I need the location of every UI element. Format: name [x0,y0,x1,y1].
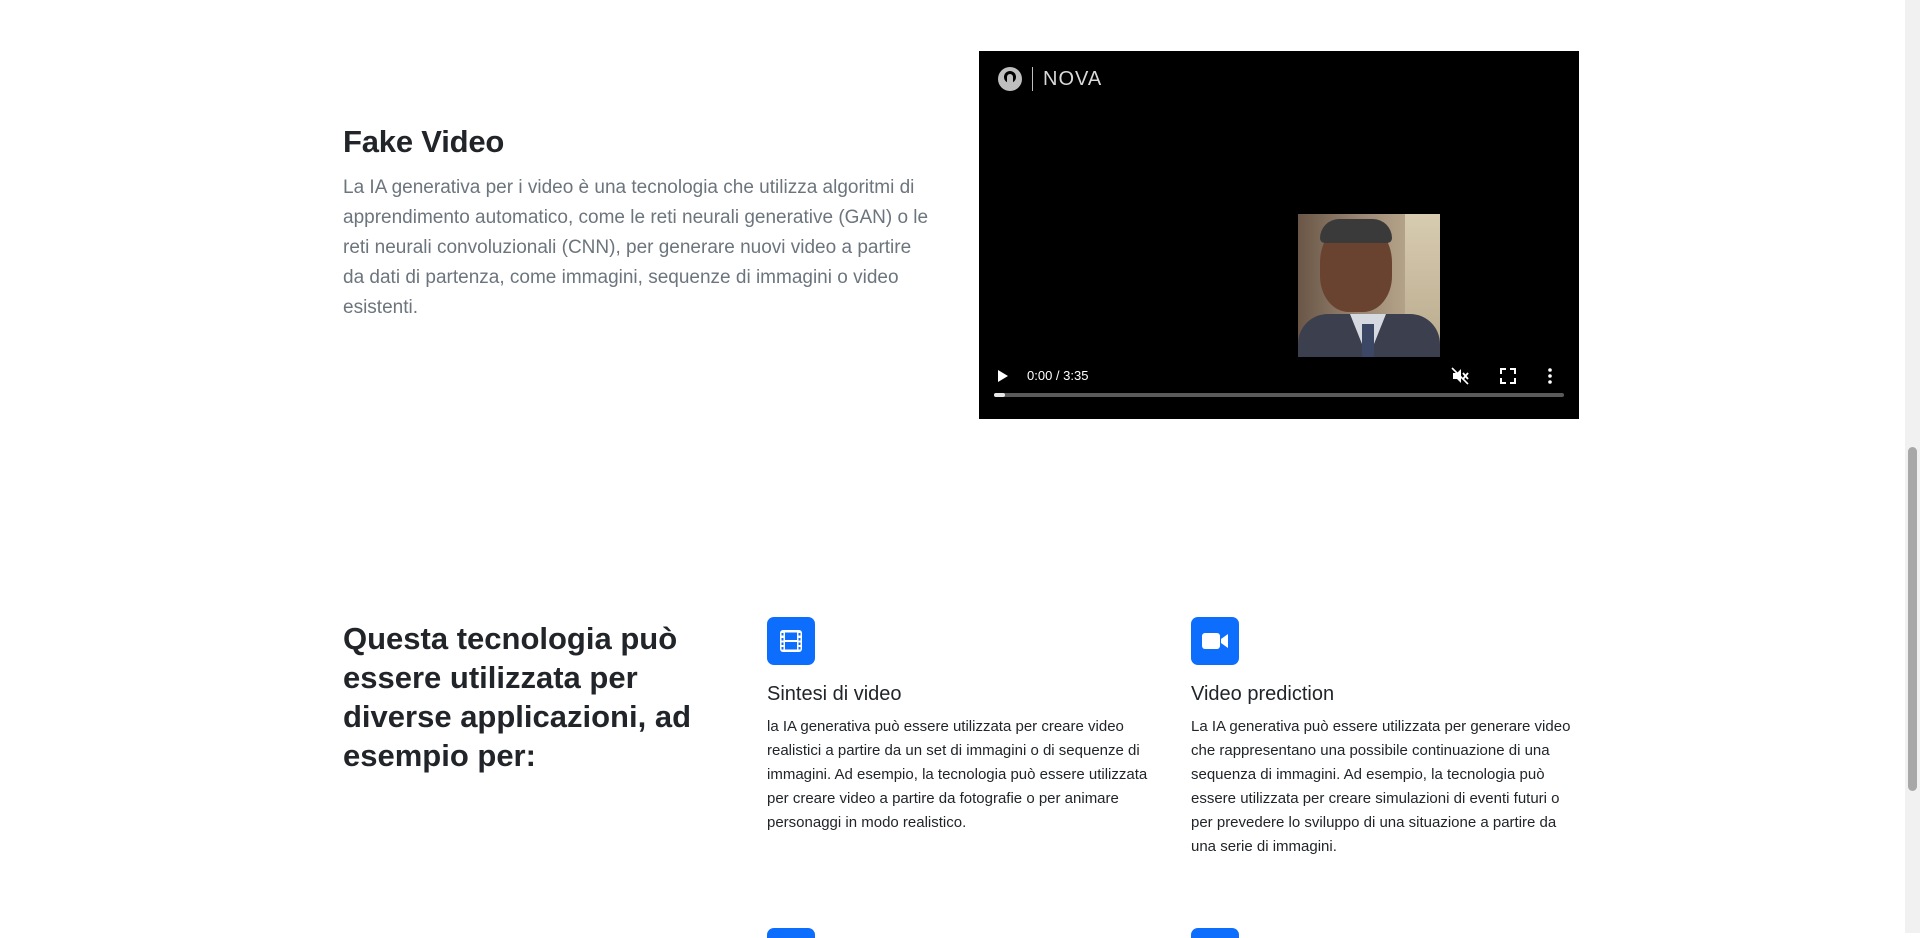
video-controls: 0:00 / 3:35 [979,359,1579,419]
nova-logo-text: NOVA [1043,67,1103,90]
person-hair [1320,219,1392,243]
page-scrollbar[interactable] [1905,0,1920,933]
card-title: Sintesi di video [767,683,902,705]
film-icon [767,617,815,665]
card-title: Video prediction [1191,683,1335,705]
video-frame-image [1298,214,1440,357]
next-card-icon [767,928,815,938]
next-card-icon [1191,928,1239,938]
video-logo: NOVA [998,67,1102,91]
video-player[interactable]: NOVA 0:00 / 3:35 [979,51,1579,419]
card-text: La IA generativa può essere utilizzata p… [1191,718,1571,855]
fake-video-description: La IA generativa per i video è una tecno… [343,177,929,318]
more-options-icon[interactable] [1546,367,1554,385]
video-progress-fill [994,393,1006,397]
play-icon[interactable] [998,370,1008,382]
video-time: 0:00 / 3:35 [1027,368,1089,383]
fake-video-title: Fake Video [343,124,505,159]
video-camera-icon [1191,617,1239,665]
fullscreen-icon[interactable] [1499,367,1517,385]
person-tie [1362,324,1374,357]
applications-title: Questa tecnologia può essere utilizzata … [343,621,692,773]
scrollbar-thumb[interactable] [1908,447,1917,791]
application-card-video-prediction: Video prediction La IA generativa può es… [1191,617,1576,859]
video-progress-bar[interactable] [994,393,1564,397]
pbs-logo-icon [998,67,1022,91]
mute-icon[interactable] [1450,366,1470,386]
card-text: la IA generativa può essere utilizzata p… [767,718,1148,831]
logo-separator [1032,67,1033,91]
application-card-video-synthesis: Sintesi di video la IA generativa può es… [767,617,1152,835]
